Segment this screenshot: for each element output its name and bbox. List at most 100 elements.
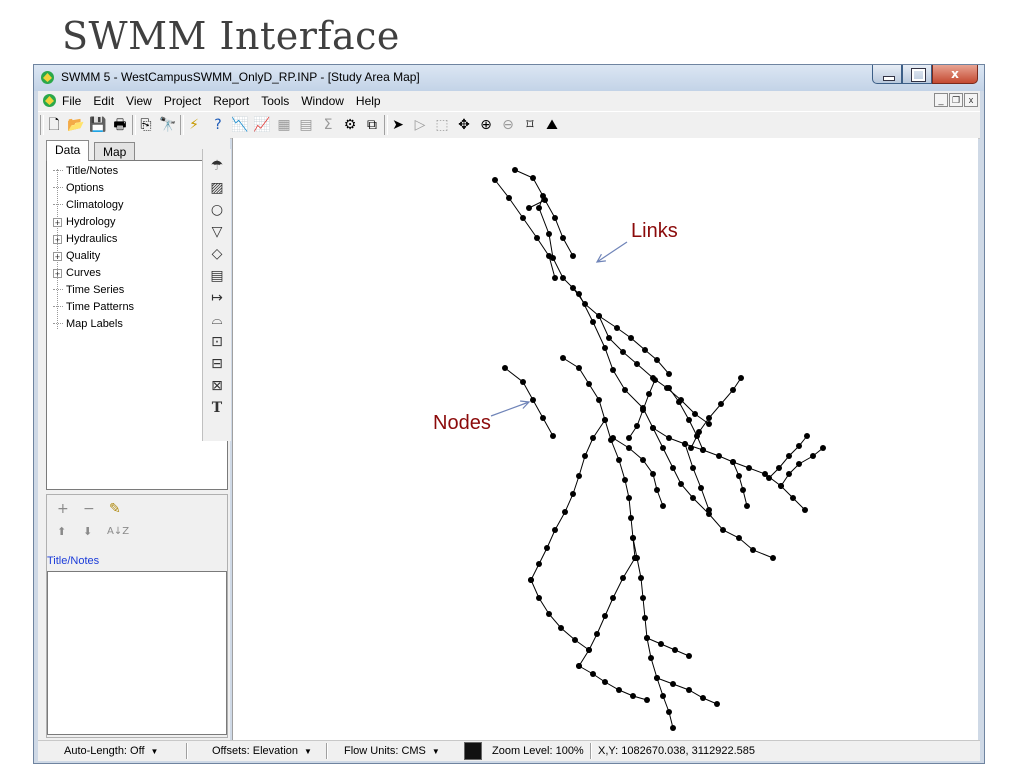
junction-node[interactable] xyxy=(706,421,712,427)
junction-node[interactable] xyxy=(720,527,726,533)
junction-node[interactable] xyxy=(776,465,782,471)
junction-node[interactable] xyxy=(616,457,622,463)
junction-node[interactable] xyxy=(586,381,592,387)
junction-node[interactable] xyxy=(688,445,694,451)
conduit-link[interactable] xyxy=(684,443,710,511)
junction-node[interactable] xyxy=(644,635,650,641)
junction-node[interactable] xyxy=(502,365,508,371)
new-icon[interactable]: 🗋 xyxy=(44,115,64,135)
conduit-link[interactable] xyxy=(732,461,748,507)
junction-node[interactable] xyxy=(634,361,640,367)
app-menu-icon[interactable] xyxy=(42,93,57,108)
copy-icon[interactable]: ⎘ xyxy=(136,115,156,135)
junction-node[interactable] xyxy=(602,679,608,685)
junction-node[interactable] xyxy=(698,485,704,491)
junction-node[interactable] xyxy=(560,355,566,361)
junction-node[interactable] xyxy=(596,397,602,403)
tree-item-climatology[interactable]: Climatology xyxy=(53,199,123,211)
junction-node[interactable] xyxy=(586,647,592,653)
junction-node[interactable] xyxy=(520,215,526,221)
junction-node[interactable] xyxy=(716,453,722,459)
add-item-button[interactable]: + xyxy=(57,501,69,517)
offsets-dropdown[interactable]: Offsets: Elevation ▼ xyxy=(212,745,312,757)
maximize-button[interactable] xyxy=(902,65,932,84)
conduit-link[interactable] xyxy=(612,437,664,507)
junction-node[interactable] xyxy=(560,235,566,241)
junction-node[interactable] xyxy=(638,575,644,581)
junction-node[interactable] xyxy=(610,595,616,601)
junction-node[interactable] xyxy=(682,441,688,447)
junction-node[interactable] xyxy=(582,453,588,459)
junction-node[interactable] xyxy=(738,375,744,381)
open-icon[interactable]: 📂 xyxy=(66,115,86,135)
mdi-close-button[interactable]: x xyxy=(964,93,978,107)
junction-node[interactable] xyxy=(594,631,600,637)
junction-node[interactable] xyxy=(630,535,636,541)
junction-node[interactable] xyxy=(552,527,558,533)
junction-node[interactable] xyxy=(714,701,720,707)
junction-node[interactable] xyxy=(536,205,542,211)
junction-node[interactable] xyxy=(666,709,672,715)
conduit-link[interactable] xyxy=(668,387,704,451)
tab-map[interactable]: Map xyxy=(94,142,136,161)
junction-node[interactable] xyxy=(672,647,678,653)
tree-item-title-notes[interactable]: Title/Notes xyxy=(53,165,118,177)
junction-node[interactable] xyxy=(626,445,632,451)
junction-node[interactable] xyxy=(654,675,660,681)
full-extent-icon[interactable]: ⌑ xyxy=(520,115,540,135)
junction-node[interactable] xyxy=(810,453,816,459)
junction-node[interactable] xyxy=(650,471,656,477)
menu-view[interactable]: View xyxy=(126,94,152,108)
measure-icon[interactable]: ⛰ xyxy=(542,115,562,135)
zoom-out-icon[interactable]: ⊖ xyxy=(498,115,518,135)
conduit-link[interactable] xyxy=(646,637,690,657)
junction-node[interactable] xyxy=(642,347,648,353)
junction-node[interactable] xyxy=(658,641,664,647)
junction-node[interactable] xyxy=(602,417,608,423)
tree-item-hydraulics[interactable]: + Hydraulics xyxy=(53,233,117,245)
junction-node[interactable] xyxy=(820,445,826,451)
tree-item-hydrology[interactable]: + Hydrology xyxy=(53,216,116,228)
junction-node[interactable] xyxy=(640,457,646,463)
junction-node[interactable] xyxy=(706,507,712,513)
junction-node[interactable] xyxy=(558,625,564,631)
junction-node[interactable] xyxy=(796,443,802,449)
junction-node[interactable] xyxy=(512,167,518,173)
sort-button[interactable]: A↓Z xyxy=(107,526,129,537)
junction-node[interactable] xyxy=(602,345,608,351)
junction-node[interactable] xyxy=(536,595,542,601)
junction-node[interactable] xyxy=(570,491,576,497)
expand-icon[interactable]: + xyxy=(53,252,62,262)
junction-node[interactable] xyxy=(570,253,576,259)
outlet-icon[interactable]: ⊠ xyxy=(208,377,226,395)
junction-node[interactable] xyxy=(646,391,652,397)
conduit-link[interactable] xyxy=(530,419,606,581)
junction-node[interactable] xyxy=(590,435,596,441)
options-icon[interactable]: ⚙ xyxy=(340,115,360,135)
junction-node[interactable] xyxy=(642,615,648,621)
table-icon[interactable]: ▤ xyxy=(296,115,316,135)
menu-tools[interactable]: Tools xyxy=(261,94,289,108)
junction-node[interactable] xyxy=(622,477,628,483)
junction-node[interactable] xyxy=(628,335,634,341)
junction-node[interactable] xyxy=(536,561,542,567)
junction-node[interactable] xyxy=(666,435,672,441)
pan-icon[interactable]: ✥ xyxy=(454,115,474,135)
junction-node[interactable] xyxy=(666,371,672,377)
junction-node[interactable] xyxy=(690,465,696,471)
junction-node[interactable] xyxy=(546,611,552,617)
region-select-icon[interactable]: ⬚ xyxy=(432,115,452,135)
junction-node[interactable] xyxy=(552,215,558,221)
junction-node[interactable] xyxy=(526,205,532,211)
junction-node[interactable] xyxy=(530,397,536,403)
arrange-icon[interactable]: ⧉ xyxy=(362,115,382,135)
menu-help[interactable]: Help xyxy=(356,94,381,108)
junction-node[interactable] xyxy=(690,495,696,501)
title-bar[interactable]: SWMM 5 - WestCampusSWMM_OnlyD_RP.INP - [… xyxy=(34,65,984,91)
flow-units-dropdown[interactable]: Flow Units: CMS ▼ xyxy=(344,745,440,757)
junction-node[interactable] xyxy=(652,377,658,383)
item-list[interactable] xyxy=(47,571,227,735)
junction-node[interactable] xyxy=(546,253,552,259)
auto-length-dropdown[interactable]: Auto-Length: Off ▼ xyxy=(64,745,158,757)
junction-node[interactable] xyxy=(660,693,666,699)
